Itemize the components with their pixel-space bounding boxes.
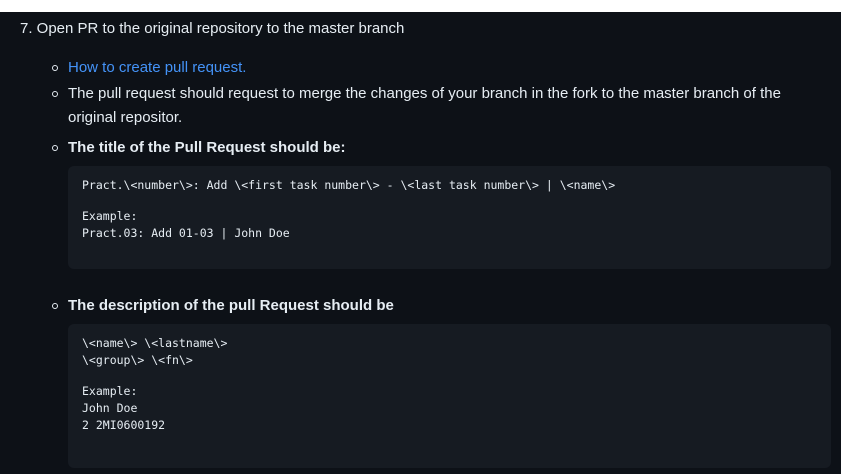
example-label: Example: <box>82 384 138 398</box>
example-id-line: 2 2MI0600192 <box>82 418 166 432</box>
description-name-line: \<name\> \<lastname\> <box>82 336 228 350</box>
description-code-block[interactable]: \<name\> \<lastname\> \<group\> \<fn\> E… <box>68 324 831 468</box>
markdown-body: 7. Open PR to the original repository to… <box>0 12 841 474</box>
bullet-circle-icon <box>52 91 58 97</box>
bullet-circle-icon <box>52 303 58 309</box>
description-requirement-heading: The description of the pull Request shou… <box>68 297 394 314</box>
example-label: Example: <box>82 209 138 223</box>
title-code-block[interactable]: Pract.\<number\>: Add \<first task numbe… <box>68 166 831 269</box>
title-example-line: Pract.03: Add 01-03 | John Doe <box>82 226 290 240</box>
list-item: How to create pull request. <box>52 56 833 80</box>
create-pull-request-link[interactable]: How to create pull request. <box>68 59 246 76</box>
bullet-circle-icon <box>52 145 58 151</box>
example-name-line: John Doe <box>82 401 138 415</box>
merge-description-text: The pull request should request to merge… <box>68 85 781 126</box>
list-item: The description of the pull Request shou… <box>52 294 833 318</box>
bullet-circle-icon <box>52 65 58 71</box>
list-item: The title of the Pull Request should be: <box>52 136 833 160</box>
title-template-line: Pract.\<number\>: Add \<first task numbe… <box>82 178 616 192</box>
description-group-line: \<group\> \<fn\> <box>82 353 193 367</box>
window-top-strip <box>0 0 841 12</box>
title-requirement-heading: The title of the Pull Request should be: <box>68 139 346 156</box>
step-heading: 7. Open PR to the original repository to… <box>20 20 405 37</box>
list-item: The pull request should request to merge… <box>52 82 833 130</box>
